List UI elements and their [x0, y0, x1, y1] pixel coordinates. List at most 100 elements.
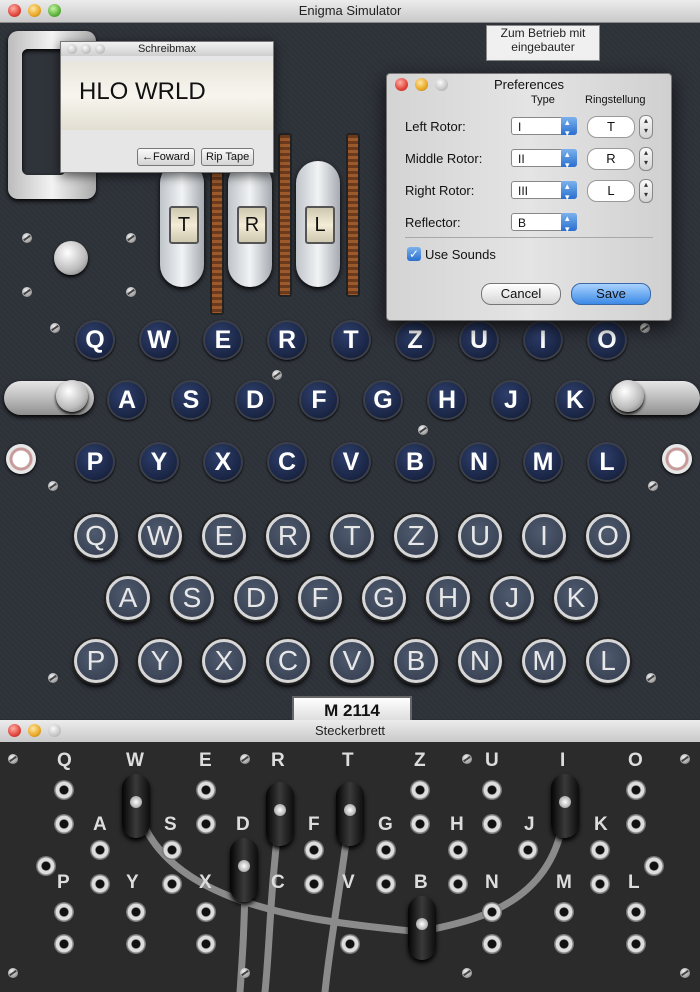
socket-p-top[interactable] [54, 902, 74, 922]
right-rotor-type-select[interactable]: III [511, 177, 577, 206]
key-a[interactable]: A [106, 576, 150, 620]
left-rotor-ring-field[interactable]: T [587, 116, 635, 138]
plug-t[interactable] [336, 782, 364, 846]
key-j[interactable]: J [490, 576, 534, 620]
left-lever-knob[interactable] [56, 380, 88, 412]
right-rotor-ring-stepper[interactable]: ▴ ▾ [639, 179, 653, 203]
key-g[interactable]: G [362, 576, 406, 620]
socket-z-top[interactable] [410, 780, 430, 800]
socket-j[interactable] [518, 840, 538, 860]
key-h[interactable]: H [426, 576, 470, 620]
key-q[interactable]: Q [74, 514, 118, 558]
plug-i[interactable] [551, 774, 579, 838]
key-l[interactable]: L [586, 639, 630, 683]
close-button[interactable] [8, 4, 21, 17]
right-rotor-wheel[interactable] [346, 133, 360, 297]
socket-k[interactable] [590, 840, 610, 860]
right-jack[interactable] [644, 856, 664, 876]
key-i[interactable]: I [522, 514, 566, 558]
key-t[interactable]: T [330, 514, 374, 558]
left-rotor-type-select[interactable]: I [511, 113, 577, 142]
socket-n-side[interactable] [448, 874, 468, 894]
socket-v-side[interactable] [376, 874, 396, 894]
socket-f[interactable] [304, 840, 324, 860]
schreibmax-close-button[interactable] [67, 44, 77, 54]
socket-m-bottom[interactable] [554, 934, 574, 954]
socket-y-side[interactable] [162, 874, 182, 894]
socket-s[interactable] [162, 840, 182, 860]
socket-q-bottom[interactable] [54, 814, 74, 834]
socket-u-top[interactable] [482, 780, 502, 800]
schreibmax-minimize-button[interactable] [81, 44, 91, 54]
key-x[interactable]: X [202, 639, 246, 683]
socket-p-side[interactable] [90, 874, 110, 894]
right-ring-button[interactable] [662, 444, 692, 474]
socket-h[interactable] [448, 840, 468, 860]
key-z[interactable]: Z [394, 514, 438, 558]
socket-m-side[interactable] [590, 874, 610, 894]
socket-l-bottom[interactable] [626, 934, 646, 954]
reflector-select[interactable]: B [511, 209, 577, 238]
key-d[interactable]: D [234, 576, 278, 620]
socket-c-side[interactable] [304, 874, 324, 894]
key-y[interactable]: Y [138, 639, 182, 683]
zoom-button[interactable] [48, 4, 61, 17]
socket-a[interactable] [90, 840, 110, 860]
steckerbrett-close-button[interactable] [8, 724, 21, 737]
plug-r[interactable] [266, 782, 294, 846]
save-button[interactable]: Save [571, 283, 651, 305]
socket-l-top[interactable] [626, 902, 646, 922]
key-n[interactable]: N [458, 639, 502, 683]
socket-p-bottom[interactable] [54, 934, 74, 954]
steckerbrett-zoom-button[interactable] [48, 724, 61, 737]
socket-q-top[interactable] [54, 780, 74, 800]
use-sounds-checkbox[interactable]: ✓ [407, 247, 421, 261]
left-rotor-ring-stepper[interactable]: ▴ ▾ [639, 115, 653, 139]
key-v[interactable]: V [330, 639, 374, 683]
middle-rotor-ring-stepper[interactable]: ▴ ▾ [639, 147, 653, 171]
forward-button[interactable]: ←Foward [137, 148, 195, 166]
socket-v-bottom[interactable] [340, 934, 360, 954]
rip-tape-button[interactable]: Rip Tape [201, 148, 255, 166]
left-ring-button[interactable] [6, 444, 36, 474]
key-f[interactable]: F [298, 576, 342, 620]
key-c[interactable]: C [266, 639, 310, 683]
brightness-knob[interactable] [54, 241, 88, 275]
socket-e-bottom[interactable] [196, 814, 216, 834]
left-rotor-wheel[interactable] [210, 151, 224, 315]
socket-o-bottom[interactable] [626, 814, 646, 834]
socket-x-top[interactable] [196, 902, 216, 922]
steckerbrett-minimize-button[interactable] [28, 724, 41, 737]
plug-d[interactable] [230, 838, 258, 902]
minimize-button[interactable] [28, 4, 41, 17]
socket-u-bottom[interactable] [482, 814, 502, 834]
key-o[interactable]: O [586, 514, 630, 558]
key-p[interactable]: P [74, 639, 118, 683]
middle-rotor-ring-field[interactable]: R [587, 148, 635, 170]
socket-x-bottom[interactable] [196, 934, 216, 954]
key-u[interactable]: U [458, 514, 502, 558]
plug-b[interactable] [408, 896, 436, 960]
socket-y-top[interactable] [126, 902, 146, 922]
key-s[interactable]: S [170, 576, 214, 620]
right-rotor-ring-field[interactable]: L [587, 180, 635, 202]
key-k[interactable]: K [554, 576, 598, 620]
socket-n-bottom[interactable] [482, 934, 502, 954]
socket-o-top[interactable] [626, 780, 646, 800]
key-w[interactable]: W [138, 514, 182, 558]
socket-z-bottom[interactable] [410, 814, 430, 834]
key-m[interactable]: M [522, 639, 566, 683]
key-e[interactable]: E [202, 514, 246, 558]
socket-m-top[interactable] [554, 902, 574, 922]
middle-rotor-type-select[interactable]: II [511, 145, 577, 174]
socket-e-top[interactable] [196, 780, 216, 800]
left-jack[interactable] [36, 856, 56, 876]
plug-w[interactable] [122, 774, 150, 838]
middle-rotor-wheel[interactable] [278, 133, 292, 297]
socket-g[interactable] [376, 840, 396, 860]
key-b[interactable]: B [394, 639, 438, 683]
schreibmax-zoom-button[interactable] [95, 44, 105, 54]
right-lever-knob[interactable] [612, 380, 644, 412]
socket-n-top[interactable] [482, 902, 502, 922]
socket-y-bottom[interactable] [126, 934, 146, 954]
